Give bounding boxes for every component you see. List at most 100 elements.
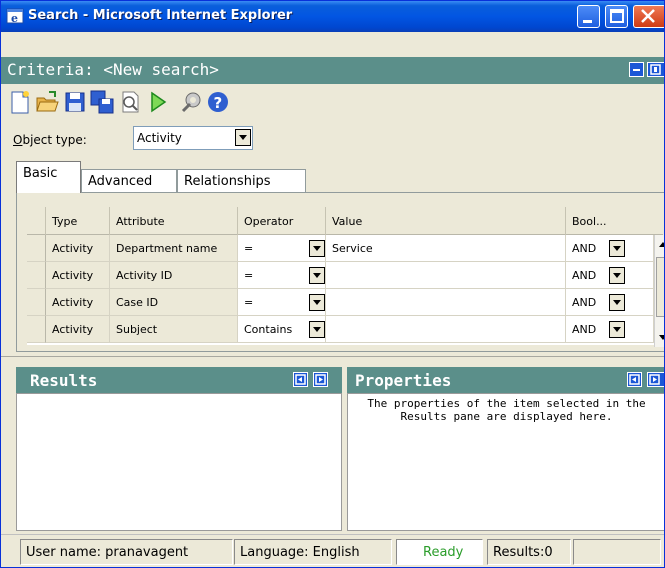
- preview-button[interactable]: [117, 89, 143, 115]
- cell-operator[interactable]: =: [238, 235, 326, 262]
- cell-operator[interactable]: =: [238, 262, 326, 289]
- save-icon: [65, 92, 85, 112]
- new-button[interactable]: [7, 89, 33, 115]
- chevron-down-icon: [613, 246, 621, 251]
- dock-left-icon: [629, 374, 640, 385]
- row-selector[interactable]: [27, 316, 46, 343]
- minimize-button[interactable]: [577, 5, 600, 28]
- chevron-down-icon: [313, 300, 321, 305]
- grid-header: Type Attribute Operator Value Bool...: [27, 207, 663, 235]
- maximize-icon: [610, 9, 624, 23]
- open-folder-icon: [36, 91, 59, 112]
- object-type-dropdown-button[interactable]: [235, 129, 251, 146]
- results-pane[interactable]: [16, 393, 342, 531]
- tab-basic[interactable]: Basic: [16, 161, 81, 193]
- chevron-down-icon: [613, 327, 621, 332]
- window-title: Search - Microsoft Internet Explorer: [28, 8, 293, 23]
- cell-operator[interactable]: =: [238, 289, 326, 316]
- tools-icon: [181, 92, 201, 113]
- row-selector[interactable]: [27, 289, 46, 316]
- chevron-down-icon: [313, 246, 321, 251]
- dock-left-icon: [295, 374, 306, 385]
- cell-value[interactable]: [326, 289, 566, 316]
- tab-advanced-label: Advanced: [88, 174, 153, 189]
- scroll-up-icon[interactable]: [655, 235, 665, 255]
- header-bool[interactable]: Bool...: [566, 207, 654, 235]
- status-results: Results:0: [487, 539, 571, 565]
- help-icon: ?: [208, 92, 228, 112]
- minimize-icon: [583, 20, 592, 23]
- cell-bool[interactable]: AND: [566, 289, 654, 316]
- bool-dropdown-button[interactable]: [609, 267, 625, 284]
- title-bar[interactable]: e Search - Microsoft Internet Explorer: [1, 1, 664, 32]
- results-next-button[interactable]: [313, 372, 328, 387]
- operator-dropdown-button[interactable]: [309, 294, 325, 311]
- cell-bool[interactable]: AND: [566, 262, 654, 289]
- cell-operator[interactable]: Contains: [238, 316, 326, 343]
- menu-spacer: [1, 32, 664, 57]
- status-language: Language: English: [234, 539, 392, 565]
- svg-text:?: ?: [214, 94, 223, 112]
- status-user: User name: pranavagent: [20, 539, 233, 565]
- scrollbar-thumb[interactable]: [656, 257, 664, 317]
- row-selector[interactable]: [27, 262, 46, 289]
- properties-header: Properties: [347, 367, 664, 393]
- header-type[interactable]: Type: [46, 207, 110, 235]
- tools-button[interactable]: [179, 89, 205, 115]
- operator-dropdown-button[interactable]: [309, 321, 325, 338]
- cell-attribute: Activity ID: [110, 262, 238, 289]
- close-button[interactable]: [633, 5, 664, 28]
- cell-bool[interactable]: AND: [566, 235, 654, 262]
- properties-next-button[interactable]: [647, 372, 664, 387]
- cell-type: Activity: [46, 235, 110, 262]
- operator-dropdown-button[interactable]: [309, 267, 325, 284]
- row-selector[interactable]: [27, 235, 46, 262]
- object-type-select[interactable]: Activity: [133, 126, 253, 150]
- header-operator[interactable]: Operator: [238, 207, 326, 235]
- save-as-button[interactable]: [89, 89, 115, 115]
- cell-attribute: Department name: [110, 235, 238, 262]
- run-search-button[interactable]: [145, 89, 171, 115]
- table-row[interactable]: Activity Activity ID = AND: [27, 262, 663, 289]
- save-as-icon: [90, 90, 114, 114]
- criteria-header: Criteria: <New search>: [1, 57, 664, 84]
- properties-prev-button[interactable]: [627, 372, 642, 387]
- dock-pane-button[interactable]: [647, 62, 664, 77]
- table-row[interactable]: Activity Case ID = AND: [27, 289, 663, 316]
- status-ready: Ready: [396, 539, 483, 565]
- results-prev-button[interactable]: [293, 372, 308, 387]
- preview-icon: [122, 91, 139, 113]
- operator-dropdown-button[interactable]: [309, 240, 325, 257]
- scroll-down-icon[interactable]: [655, 327, 665, 347]
- collapse-pane-button[interactable]: [629, 62, 644, 77]
- pane-splitter[interactable]: [1, 356, 664, 364]
- cell-value[interactable]: Service: [326, 235, 566, 262]
- results-title: Results: [30, 371, 98, 390]
- open-button[interactable]: [34, 89, 60, 115]
- table-row[interactable]: Activity Department name = Service AND: [27, 235, 663, 262]
- help-button[interactable]: ?: [205, 89, 231, 115]
- table-row[interactable]: Activity Subject Contains AND: [27, 316, 663, 343]
- dock-right-icon: [649, 374, 660, 385]
- grid-scrollbar[interactable]: [654, 235, 665, 347]
- chevron-down-icon: [613, 273, 621, 278]
- header-value[interactable]: Value: [326, 207, 566, 235]
- maximize-button[interactable]: [605, 5, 628, 28]
- header-attribute[interactable]: Attribute: [110, 207, 238, 235]
- tab-advanced[interactable]: Advanced: [81, 169, 177, 193]
- bool-dropdown-button[interactable]: [609, 321, 625, 338]
- tab-relationships[interactable]: Relationships: [177, 169, 306, 193]
- save-button[interactable]: [62, 89, 88, 115]
- cell-value[interactable]: [326, 316, 566, 343]
- properties-hint-line1: The properties of the item selected in t…: [367, 397, 646, 410]
- cell-type: Activity: [46, 262, 110, 289]
- cell-bool[interactable]: AND: [566, 316, 654, 343]
- tab-relationships-label: Relationships: [184, 174, 271, 189]
- collapse-icon: [633, 69, 640, 71]
- chevron-down-icon: [239, 135, 247, 140]
- bool-dropdown-button[interactable]: [609, 294, 625, 311]
- close-icon: [641, 9, 655, 23]
- cell-value[interactable]: [326, 262, 566, 289]
- play-icon: [151, 91, 167, 113]
- bool-dropdown-button[interactable]: [609, 240, 625, 257]
